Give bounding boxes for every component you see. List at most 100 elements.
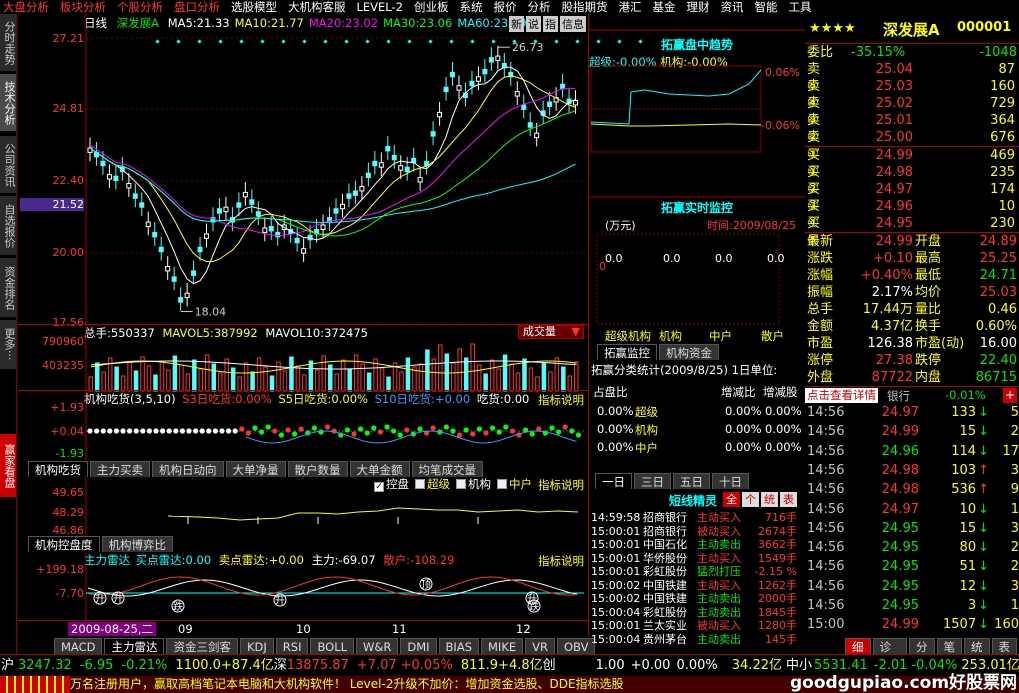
menu-item-0[interactable]: 大盘分析 (0, 0, 57, 14)
bottom-tab-5[interactable]: BOLL (310, 638, 355, 654)
menu-item-11[interactable]: 股指期货 (558, 0, 615, 14)
deal-row[interactable]: 15:00:04 贵州茅台 主动卖出 145手 (591, 633, 803, 647)
quote-tab-1[interactable]: 诊断 (872, 638, 907, 670)
left-tab-3[interactable]: 自选报价 (0, 196, 16, 256)
sz-pct: +0.05% (400, 658, 453, 673)
vol-bar (243, 362, 249, 392)
left-tab-0[interactable]: 分时走势 (0, 14, 16, 72)
deal-row[interactable]: 15:00:01 招商银行 被动买入 2674手 (591, 525, 803, 539)
mid-stat: 拓赢分类统计(2009/8/25) (591, 363, 728, 377)
mid-tab-1[interactable]: 机构资金 (659, 344, 719, 360)
day-tab-0[interactable]: 一日 (595, 473, 632, 489)
deal-tab-3[interactable]: 表 (780, 492, 797, 507)
vol-plot (85, 325, 579, 392)
event-marker (428, 39, 433, 44)
indicator-eat-chart[interactable]: 机构吃货(3,5,10) S3日吃货:0.00% S5日吃货:0.00% S10… (18, 390, 589, 461)
day-tab-1[interactable]: 三日 (634, 473, 671, 489)
quote-tab-2[interactable]: 分 (909, 638, 935, 654)
menu-item-2[interactable]: 个股分析 (114, 0, 171, 14)
mid-tab-0[interactable]: 拓赢监控 (597, 344, 657, 360)
menu-item-8[interactable]: 系统 (456, 0, 490, 14)
indicator-control-chart[interactable]: 机构吃货 主力买卖 机构日动向 大单净量 散户数量 大单金额 均笔成交量 ✓ 控盘 超级 机构 中户… (18, 460, 589, 537)
menu-item-1[interactable]: 板块分析 (57, 0, 114, 14)
plus-icon[interactable]: + (1003, 388, 1017, 403)
bid-row-2[interactable]: 买② 24.98 235 (807, 164, 1017, 197)
bottom-tab-9[interactable]: MIKE (481, 638, 524, 654)
deal-row[interactable]: 15:00:01 兰太实业 被动买入 1280手 (591, 619, 803, 633)
candle-body (262, 227, 268, 233)
left-tab-1[interactable]: 技术分析 (0, 74, 16, 132)
vol-bar (192, 359, 197, 392)
deal-row[interactable]: 15:00:01 中国石化 主动卖出 3662手 (591, 538, 803, 552)
deal-row[interactable]: 15:00:04 彩虹股份 主动卖出 1845手 (591, 606, 803, 620)
mid-h3: 增减股 (763, 385, 798, 399)
ind1-dot (325, 424, 331, 430)
kline-chart[interactable]: 日线 深发展A MA5:21.33 MA10:21.77 MA20:23.02 MA3… (18, 14, 643, 329)
volume-chart[interactable]: 总手:550337 MAVOL5:387992 MAVOL10:372475 成… (18, 324, 589, 392)
deal-title: 短线精灵 (669, 494, 718, 508)
day-tab-3[interactable]: 十日 (712, 473, 749, 489)
quote-tab-3[interactable]: 笔 (936, 638, 962, 654)
candle-body (547, 101, 553, 107)
menu-item-10[interactable]: 分析 (524, 0, 558, 14)
tick-volume-wrap: 1507 ↓ (919, 615, 989, 634)
menu-item-6[interactable]: LEVEL-2 (354, 0, 411, 14)
left-tab-4[interactable]: 资金排名 (0, 258, 16, 318)
bottom-tab-7[interactable]: DMI (400, 638, 437, 654)
menu-item-5[interactable]: 大机构客服 (285, 0, 354, 14)
bid-row-5[interactable]: 买⑤ 24.95 230 (807, 215, 1017, 248)
ask-row-1[interactable]: 卖① 25.00 676 (807, 129, 1017, 162)
menu-item-12[interactable]: 港汇 (615, 0, 649, 14)
menu-item-3[interactable]: 盘口分析 (171, 0, 228, 14)
ask-row-3[interactable]: 卖③ 25.02 729 (807, 95, 1017, 128)
bottom-tab-2[interactable]: 资金三剑客 (166, 638, 238, 654)
deal-tab-0[interactable]: 全 (723, 492, 740, 507)
deal-row[interactable]: 15:00:01 彩虹股份 猛烈打压 -2.15 % (591, 565, 803, 579)
ask-row-2[interactable]: 卖② 25.01 364 (807, 112, 1017, 145)
ind1-dot (298, 426, 304, 432)
deal-row[interactable]: 15:00:02 中国铁建 主动买入 1262手 (591, 579, 803, 593)
deal-volume: 716手 (765, 511, 797, 524)
quote-tab-4[interactable]: 统 (964, 638, 990, 654)
menu-item-14[interactable]: 理财 (683, 0, 717, 14)
menu-item-15[interactable]: 资讯 (717, 0, 751, 14)
tick-volume: 114 (951, 443, 977, 459)
day-tab-2[interactable]: 五日 (673, 473, 710, 489)
vol-bar (522, 358, 527, 392)
left-tab-hot[interactable]: 赢家看盘 (0, 434, 16, 498)
ask-row-5[interactable]: 卖⑤ 25.04 87 (807, 61, 1017, 94)
left-tab-2[interactable]: 公司资讯 (0, 136, 16, 194)
deal-row[interactable]: 15:00:01 华侨股份 主动买入 1549手 (591, 552, 803, 566)
menu-item-4[interactable]: 选股模型 (228, 0, 285, 14)
quote-tab-5[interactable]: 表 (991, 638, 1017, 654)
deal-tab-2[interactable]: 统 (761, 492, 778, 507)
bid-row-3[interactable]: 买③ 24.97 174 (807, 181, 1017, 214)
deal-time: 15:00:01 (591, 619, 641, 632)
vol-bar (366, 372, 372, 392)
menu-item-7[interactable]: 创业板 (411, 0, 457, 14)
menu-item-13[interactable]: 基金 (649, 0, 683, 14)
bottom-tab-0[interactable]: MACD (54, 638, 103, 654)
deal-tab-1[interactable]: 个 (742, 492, 759, 507)
ask-row-4[interactable]: 卖④ 25.03 160 (807, 78, 1017, 111)
bottom-tab-8[interactable]: BIAS (438, 638, 479, 654)
indicator-radar-chart[interactable]: 机构控盘度 机构博弈比 主力雷达 买点雷达:0.00 卖点雷达:+0.00 主力:… (18, 536, 589, 620)
tick-row: 14:56 24.97 10 ↓ 1 (807, 500, 1019, 519)
menu-item-17[interactable]: 工具 (785, 0, 819, 14)
menu-item-9[interactable]: 报价 (490, 0, 524, 14)
deal-row[interactable]: 15:00:02 中国铁建 主动卖出 2000手 (591, 592, 803, 606)
bid-row-1[interactable]: 买① 24.99 469 (807, 147, 1017, 180)
tick-row: 14:56 24.95 12 ↓ 3 (807, 577, 1019, 596)
bid-row-4[interactable]: 买④ 24.96 10 (807, 198, 1017, 231)
bottom-tab-4[interactable]: RSI (275, 638, 309, 654)
bottom-tab-3[interactable]: KDJ (239, 638, 274, 654)
bottom-tab-1[interactable]: 主力雷达 (104, 638, 165, 654)
left-tab-5[interactable]: 更多··· (0, 320, 16, 370)
bottom-tab-6[interactable]: W&R (356, 638, 399, 654)
quote-bottom-tabs: 细诊断分笔统表 (845, 638, 1019, 670)
deal-row[interactable]: 14:59:58 招商银行 主动买入 716手 (591, 511, 803, 525)
view-detail-button[interactable]: 点击查看详情 (805, 388, 878, 403)
bottom-tab-10[interactable]: VR (525, 638, 555, 654)
menu-item-16[interactable]: 智能 (751, 0, 785, 14)
quote-tab-0[interactable]: 细 (845, 638, 871, 654)
